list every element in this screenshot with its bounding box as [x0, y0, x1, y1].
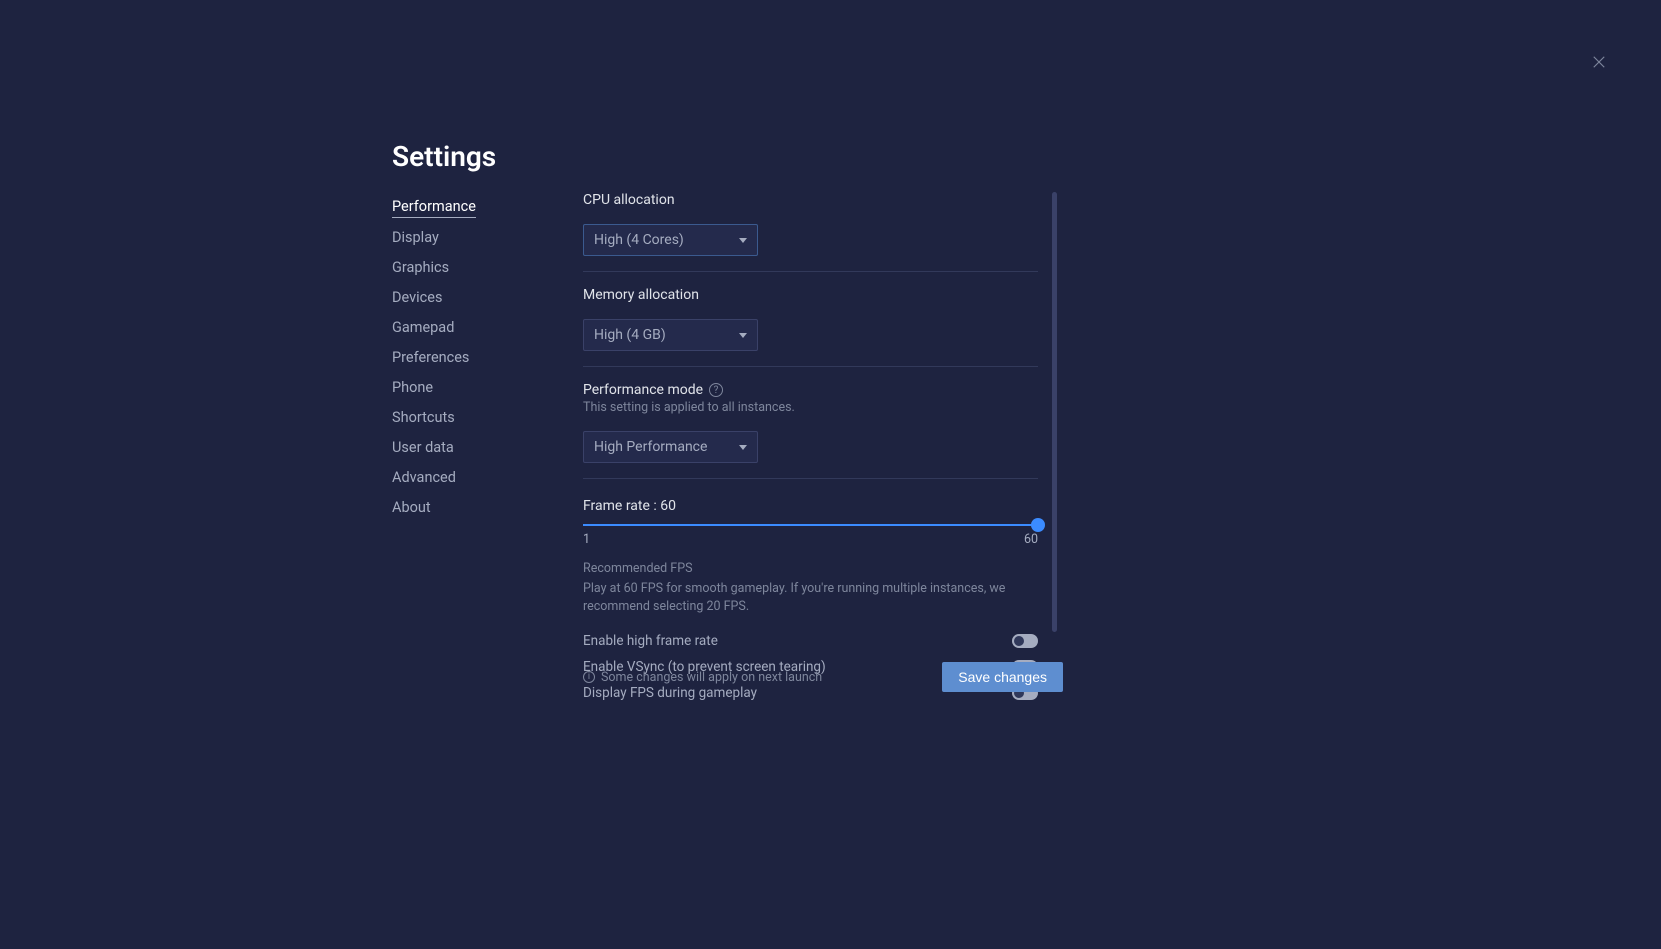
section-performance-mode: Performance mode ? This setting is appli…	[583, 382, 1038, 479]
info-icon: i	[583, 671, 595, 683]
save-changes-button[interactable]: Save changes	[942, 662, 1063, 692]
high-frame-rate-toggle[interactable]	[1012, 634, 1038, 648]
sidebar-item-display[interactable]: Display	[392, 229, 439, 248]
performance-mode-select[interactable]: High Performance	[583, 431, 758, 463]
recommended-fps-title: Recommended FPS	[583, 561, 1038, 576]
frame-rate-min: 1	[583, 532, 590, 547]
frame-rate-value: 60	[660, 498, 676, 514]
settings-content: CPU allocation High (4 Cores) Memory all…	[583, 192, 1038, 711]
section-cpu-allocation: CPU allocation High (4 Cores)	[583, 192, 1038, 272]
frame-rate-max: 60	[1024, 532, 1038, 547]
settings-sidebar: Performance Display Graphics Devices Gam…	[392, 198, 552, 518]
chevron-down-icon	[739, 238, 747, 243]
content-scrollbar[interactable]	[1052, 192, 1057, 632]
footer-note: i Some changes will apply on next launch	[583, 670, 822, 685]
cpu-allocation-value: High (4 Cores)	[594, 232, 684, 248]
sidebar-item-advanced[interactable]: Advanced	[392, 469, 456, 488]
sidebar-item-graphics[interactable]: Graphics	[392, 259, 449, 278]
sidebar-item-devices[interactable]: Devices	[392, 289, 442, 308]
help-icon[interactable]: ?	[709, 383, 723, 397]
close-icon	[1590, 53, 1608, 71]
performance-mode-value: High Performance	[594, 439, 707, 455]
cpu-allocation-label: CPU allocation	[583, 192, 1038, 208]
sidebar-item-gamepad[interactable]: Gamepad	[392, 319, 454, 338]
settings-footer: i Some changes will apply on next launch…	[583, 662, 1063, 692]
sidebar-item-phone[interactable]: Phone	[392, 379, 433, 398]
toggle-row-high-frame-rate: Enable high frame rate	[583, 633, 1038, 649]
frame-rate-slider[interactable]	[583, 524, 1038, 526]
sidebar-item-about[interactable]: About	[392, 499, 431, 518]
sidebar-item-user-data[interactable]: User data	[392, 439, 454, 458]
chevron-down-icon	[739, 445, 747, 450]
performance-mode-sublabel: This setting is applied to all instances…	[583, 400, 1038, 415]
frame-rate-label: Frame rate : 60	[583, 498, 1038, 514]
cpu-allocation-select[interactable]: High (4 Cores)	[583, 224, 758, 256]
high-frame-rate-label: Enable high frame rate	[583, 633, 718, 649]
frame-rate-slider-thumb[interactable]	[1031, 518, 1045, 532]
frame-rate-slider-range: 1 60	[583, 532, 1038, 547]
performance-mode-label-text: Performance mode	[583, 382, 703, 398]
memory-allocation-select[interactable]: High (4 GB)	[583, 319, 758, 351]
frame-rate-label-prefix: Frame rate :	[583, 498, 660, 514]
close-button[interactable]	[1587, 50, 1611, 74]
sidebar-item-preferences[interactable]: Preferences	[392, 349, 469, 368]
section-memory-allocation: Memory allocation High (4 GB)	[583, 287, 1038, 367]
recommended-fps-body: Play at 60 FPS for smooth gameplay. If y…	[583, 580, 1038, 615]
chevron-down-icon	[739, 333, 747, 338]
sidebar-item-performance[interactable]: Performance	[392, 198, 476, 218]
footer-note-text: Some changes will apply on next launch	[601, 670, 822, 685]
memory-allocation-value: High (4 GB)	[594, 327, 666, 343]
performance-mode-label: Performance mode ?	[583, 382, 1038, 398]
sidebar-item-shortcuts[interactable]: Shortcuts	[392, 409, 455, 428]
memory-allocation-label: Memory allocation	[583, 287, 1038, 303]
page-title: Settings	[392, 140, 496, 173]
